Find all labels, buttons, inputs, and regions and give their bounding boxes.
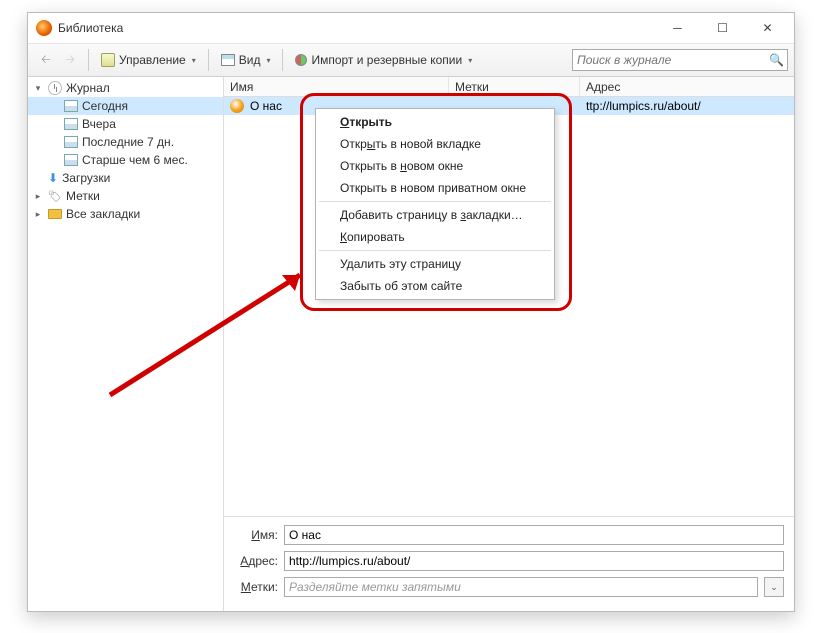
maximize-button[interactable]: ☐ <box>700 14 745 42</box>
col-tags[interactable]: Метки <box>449 77 580 96</box>
view-button[interactable]: Вид ▾ <box>215 48 277 72</box>
tree-yesterday[interactable]: Вчера <box>28 115 223 133</box>
col-name[interactable]: Имя <box>224 77 449 96</box>
import-label: Импорт и резервные копии <box>311 53 462 67</box>
name-label: Имя: <box>234 528 278 542</box>
minimize-button[interactable]: ─ <box>655 14 700 42</box>
tree-panel: ▾Журнал Сегодня Вчера Последние 7 дн. Ст… <box>28 77 224 611</box>
window-title: Библиотека <box>58 21 655 35</box>
ctx-open-private[interactable]: Открыть в новом приватном окне <box>318 177 552 199</box>
dropdown-icon: ▾ <box>192 56 196 65</box>
tree-downloads[interactable]: ⬇Загрузки <box>28 169 223 187</box>
favicon-icon <box>230 99 244 113</box>
addr-field[interactable] <box>284 551 784 571</box>
ctx-open-new-tab[interactable]: Открыть в новой вкладке <box>318 133 552 155</box>
expand-icon[interactable]: ▸ <box>32 209 44 220</box>
expand-icon[interactable]: ▸ <box>32 191 44 202</box>
ctx-open[interactable]: Открыть <box>318 111 552 133</box>
calendar-icon <box>64 136 78 148</box>
folder-icon <box>48 209 62 219</box>
import-icon <box>295 54 307 66</box>
back-button[interactable]: 🡠 <box>34 48 58 72</box>
separator <box>88 49 89 71</box>
toolbar: 🡠 🡢 Управление ▾ Вид ▾ Импорт и резервные … <box>28 43 794 77</box>
tree-history[interactable]: ▾Журнал <box>28 79 223 97</box>
tags-label: Метки: <box>234 580 278 594</box>
context-menu: Открыть Открыть в новой вкладке Открыть … <box>315 108 555 300</box>
col-address[interactable]: Адрес <box>580 77 794 96</box>
row-name: О нас <box>250 99 282 113</box>
close-button[interactable]: ✕ <box>745 14 790 42</box>
tag-icon: 🏷 <box>48 190 62 203</box>
view-label: Вид <box>239 53 261 67</box>
tree-older6m[interactable]: Старше чем 6 мес. <box>28 151 223 169</box>
tags-dropdown-button[interactable]: ⌄ <box>764 577 784 597</box>
manage-icon <box>101 53 115 67</box>
window-controls: ─ ☐ ✕ <box>655 14 790 42</box>
ctx-copy[interactable]: Копировать <box>318 226 552 248</box>
ctx-delete-page[interactable]: Удалить эту страницу <box>318 253 552 275</box>
addr-label: Адрес: <box>234 554 278 568</box>
separator <box>282 49 283 71</box>
name-field[interactable] <box>284 525 784 545</box>
library-window: Библиотека ─ ☐ ✕ 🡠 🡢 Управление ▾ Вид ▾ Им… <box>27 12 795 612</box>
tags-field[interactable] <box>284 577 758 597</box>
menu-separator <box>319 201 551 202</box>
tree-tags[interactable]: ▸🏷Метки <box>28 187 223 205</box>
ctx-forget-site[interactable]: Забыть об этом сайте <box>318 275 552 297</box>
menu-separator <box>319 250 551 251</box>
download-icon: ⬇ <box>48 171 58 185</box>
calendar-icon <box>64 118 78 130</box>
separator <box>208 49 209 71</box>
titlebar[interactable]: Библиотека ─ ☐ ✕ <box>28 13 794 43</box>
firefox-icon <box>36 20 52 36</box>
search-icon: 🔍 <box>769 53 783 67</box>
search-input[interactable] <box>577 53 769 67</box>
ctx-open-new-window[interactable]: Открыть в новом окне <box>318 155 552 177</box>
column-headers: Имя Метки Адрес <box>224 77 794 97</box>
import-button[interactable]: Импорт и резервные копии ▾ <box>289 48 478 72</box>
collapse-icon[interactable]: ▾ <box>32 83 44 94</box>
tree-today[interactable]: Сегодня <box>28 97 223 115</box>
dropdown-icon: ▾ <box>468 56 472 65</box>
row-address: ttp://lumpics.ru/about/ <box>580 99 794 113</box>
calendar-icon <box>64 154 78 166</box>
dropdown-icon: ▾ <box>266 56 270 65</box>
details-panel: Имя: Адрес: Метки: ⌄ <box>224 516 794 611</box>
calendar-icon <box>64 100 78 112</box>
manage-button[interactable]: Управление ▾ <box>95 48 202 72</box>
tree-all-bookmarks[interactable]: ▸Все закладки <box>28 205 223 223</box>
clock-icon <box>48 81 62 95</box>
view-icon <box>221 54 235 66</box>
search-box[interactable]: 🔍 <box>572 49 788 71</box>
ctx-add-bookmark[interactable]: Добавить страницу в закладки… <box>318 204 552 226</box>
forward-button[interactable]: 🡢 <box>58 48 82 72</box>
manage-label: Управление <box>119 53 186 67</box>
tree-last7[interactable]: Последние 7 дн. <box>28 133 223 151</box>
